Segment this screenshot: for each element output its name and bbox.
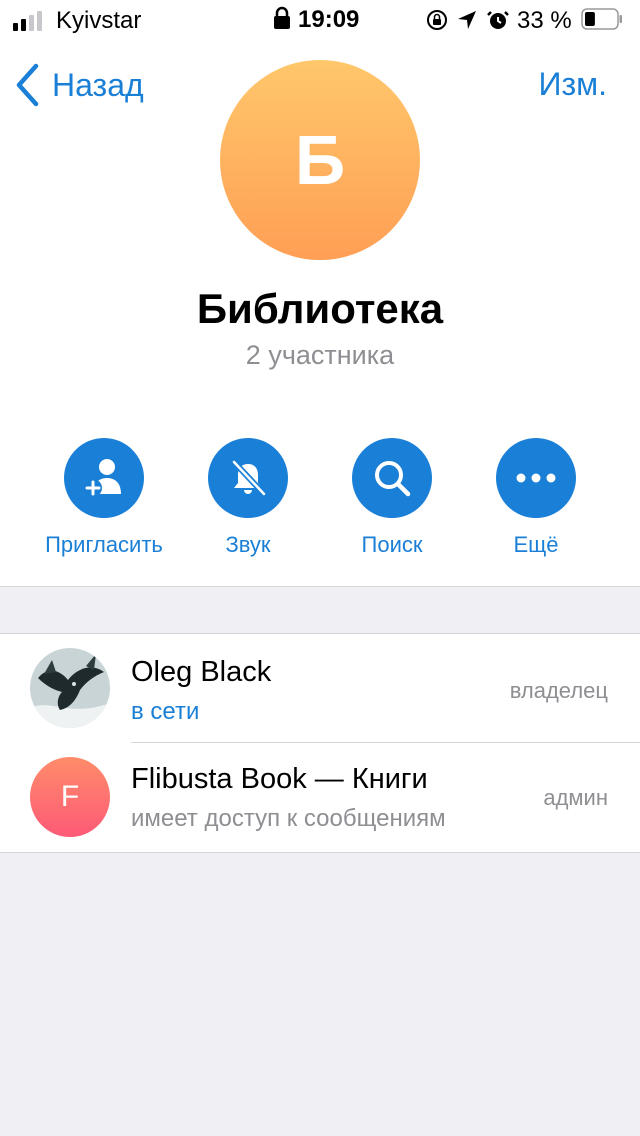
group-title: Библиотека [196,285,444,332]
sound-button[interactable]: Звук [176,438,320,558]
location-icon [458,11,476,29]
search-button[interactable]: Поиск [320,438,464,558]
more-button[interactable]: Ещё [464,438,608,558]
search-button-circle [352,438,432,518]
more-icon [516,473,556,483]
more-label: Ещё [513,532,559,557]
member-avatar: F [30,757,110,837]
member-name: Flibusta Book — Книги [131,763,428,795]
member-count: 2 участника [245,340,395,370]
battery-icon [581,8,622,30]
search-icon [375,461,411,497]
rotation-lock-icon [427,10,447,30]
add-user-icon [84,459,121,497]
status-icons [427,10,509,30]
edit-button[interactable]: Изм. [538,66,607,103]
search-label: Поиск [361,532,423,557]
back-button[interactable]: Назад [14,62,144,108]
clock: 19:09 [298,6,360,33]
more-button-circle [496,438,576,518]
group-avatar-letter: Б [294,121,346,199]
chevron-left-icon [16,63,39,107]
signal-icon [13,11,47,31]
invite-label: Пригласить [45,532,163,557]
back-label: Назад [52,66,144,103]
member-avatar-letter: F [60,780,80,813]
status-bar: Kyivstar 19:09 33 % [0,0,640,40]
alarm-icon [487,11,509,29]
carrier-name: Kyivstar [56,7,142,34]
invite-button-circle [64,438,144,518]
bell-muted-icon [231,459,267,497]
members-list: Oleg Black в сети владелец F Flibusta Bo… [0,633,640,853]
sound-button-circle [208,438,288,518]
member-role: админ [543,785,608,810]
group-avatar[interactable]: Б [220,60,420,260]
member-name: Oleg Black [131,656,272,688]
member-status: имеет доступ к сообщениям [131,805,446,832]
battery-percent: 33 % [517,7,572,34]
member-role: владелец [509,678,608,703]
sound-label: Звук [225,532,271,557]
member-row[interactable]: F Flibusta Book — Книги имеет доступ к с… [0,743,640,851]
member-avatar [30,648,110,728]
invite-button[interactable]: Пригласить [32,438,176,558]
member-row[interactable]: Oleg Black в сети владелец [0,634,640,743]
orientation-lock-icon [274,6,290,29]
member-status: в сети [131,698,200,725]
eagle-avatar-image [30,648,110,728]
section-divider [0,586,640,587]
